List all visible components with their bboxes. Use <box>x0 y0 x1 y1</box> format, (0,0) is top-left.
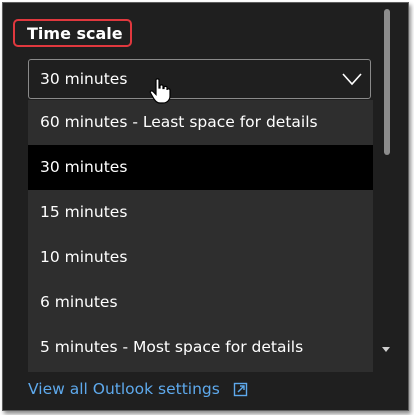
open-in-new-window-icon[interactable] <box>233 382 248 397</box>
select-value: 30 minutes <box>40 70 128 88</box>
hand-cursor-icon <box>149 78 171 104</box>
option-15-minutes[interactable]: 15 minutes <box>28 190 373 235</box>
option-60-minutes[interactable]: 60 minutes - Least space for details <box>28 100 373 145</box>
scroll-down-arrow-icon[interactable] <box>380 344 392 354</box>
chevron-down-icon <box>342 73 362 86</box>
scrollbar[interactable] <box>380 3 394 373</box>
option-10-minutes[interactable]: 10 minutes <box>28 235 373 280</box>
scrollbar-thumb[interactable] <box>384 9 390 155</box>
option-6-minutes[interactable]: 6 minutes <box>28 280 373 325</box>
option-30-minutes[interactable]: 30 minutes <box>28 145 373 190</box>
time-scale-select[interactable]: 30 minutes <box>28 59 371 99</box>
options-list: 60 minutes - Least space for details 30 … <box>28 100 373 372</box>
option-5-minutes[interactable]: 5 minutes - Most space for details <box>28 325 373 370</box>
view-all-settings-link[interactable]: View all Outlook settings <box>28 380 220 398</box>
settings-panel: Time scale 30 minutes 60 minutes - Least… <box>2 2 409 411</box>
section-title: Time scale <box>27 24 123 43</box>
